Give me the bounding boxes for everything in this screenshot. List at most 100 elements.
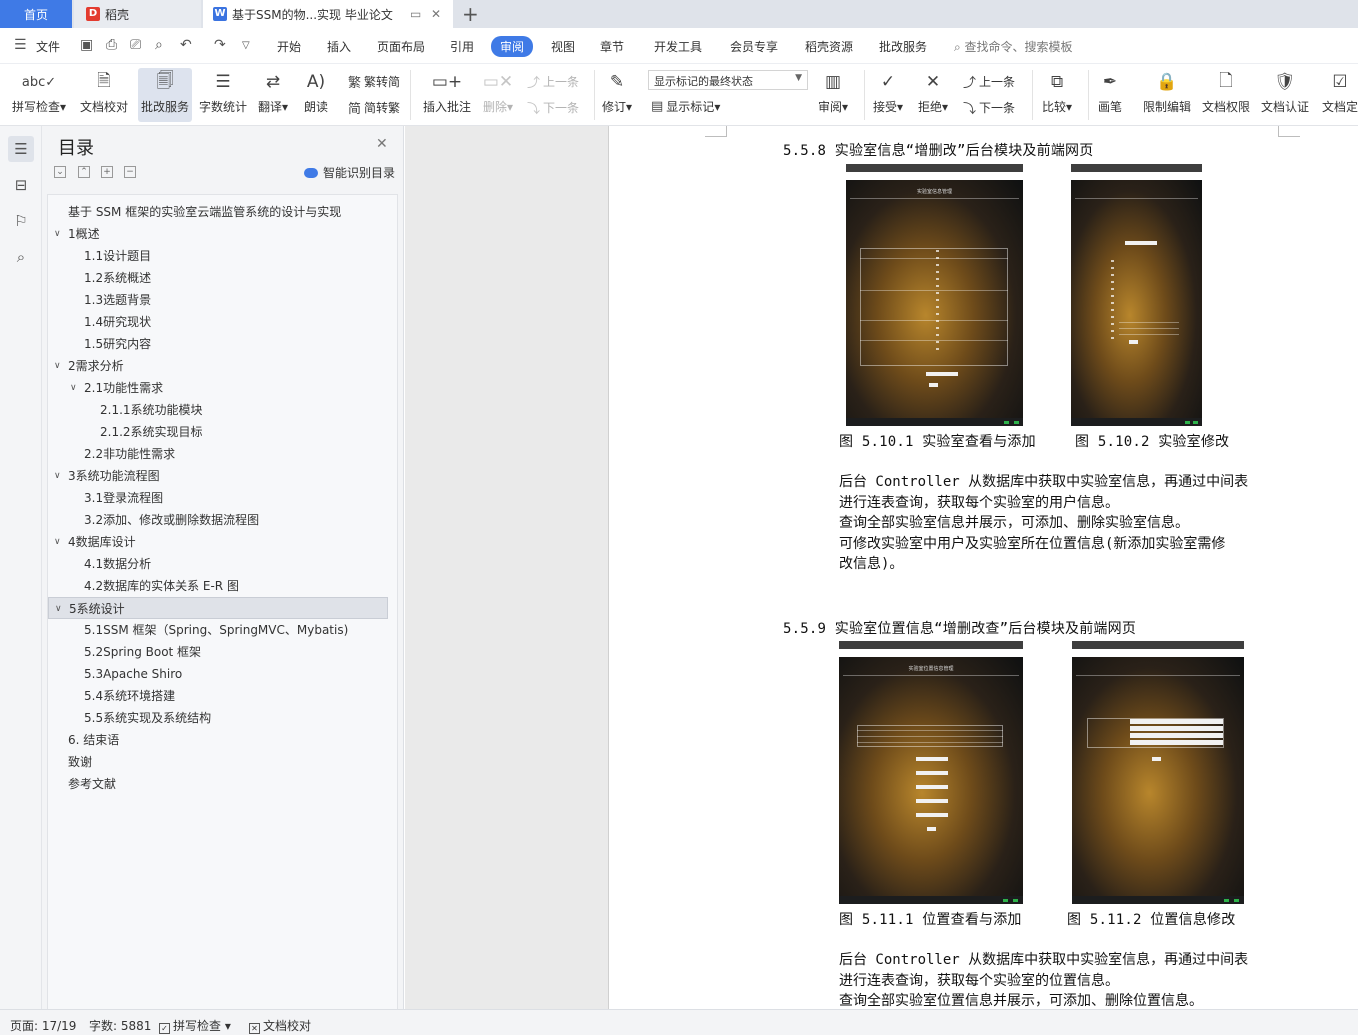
toc-item[interactable]: ∨ 4数据库设计 [48,531,388,553]
toc-item[interactable]: ∨ 5系统设计 [48,597,388,619]
hamburger-icon[interactable]: ☰ [14,37,27,53]
toc-item[interactable]: 1.1设计题目 [48,245,388,267]
add-level-icon[interactable]: + [101,166,113,178]
prev-change-button[interactable]: ⤴ 上一条 [963,72,1015,91]
track-changes-button[interactable]: ✎ 修订▾ [602,68,632,115]
toc-item[interactable]: 2.2非功能性需求 [48,443,388,465]
quick-access-dropdown-icon[interactable]: ▽ [242,40,250,51]
print-icon[interactable]: ⎚ [130,37,141,53]
menu-view[interactable]: 视图 [551,38,575,55]
toc-item[interactable]: 5.1SSM 框架（Spring、SpringMVC、Mybatis) [48,619,388,641]
toc-item[interactable]: ∨ 3系统功能流程图 [48,465,388,487]
undo-icon[interactable]: ↶ [180,37,192,53]
toc-item[interactable]: ∨ 2.1功能性需求 [48,377,388,399]
toc-item[interactable]: 3.2添加、修改或删除数据流程图 [48,509,388,531]
toc-item[interactable]: 2.1.2系统实现目标 [48,421,388,443]
menu-reference[interactable]: 引用 [450,38,474,55]
review-pane-button[interactable]: ▥ 审阅▾ [818,68,848,115]
spell-check-button[interactable]: abc✓ 拼写检查▾ [12,68,66,115]
compare-button[interactable]: ⧉ 比较▾ [1042,68,1072,115]
toc-item[interactable]: 6. 结束语 [48,729,388,751]
bookmark-icon[interactable]: ⚐ [8,208,34,234]
trad-to-simp-button[interactable]: 繁繁转简 [348,72,400,91]
doc-proofread-button[interactable]: 🗎 文档校对 [80,68,128,115]
toc-item[interactable]: 1.5研究内容 [48,333,388,355]
close-icon[interactable]: ✕ [376,136,388,152]
tab-home[interactable]: 首页 [0,0,72,28]
toc-item[interactable]: 5.4系统环境搭建 [48,685,388,707]
status-spell-check[interactable]: ✓ 拼写检查 ▾ [159,1017,231,1034]
menu-devtools[interactable]: 开发工具 [654,38,702,55]
delete-comment-button[interactable]: ▭✕ 删除▾ [483,68,513,115]
toc-item[interactable]: 1.3选题背景 [48,289,388,311]
chevron-down-icon[interactable]: ∨ [54,223,61,245]
prev-comment-button[interactable]: ⤴ 上一条 [527,72,579,91]
document-page[interactable]: 5.5.8 实验室信息“增删改”后台模块及前端网页 实验室信息管理 图 5.10… [609,126,1358,1009]
toc-item[interactable]: 2.1.1系统功能模块 [48,399,388,421]
toc-item[interactable]: 5.5系统实现及系统结构 [48,707,388,729]
chevron-down-icon[interactable]: ∨ [70,377,77,399]
navigation-icon[interactable]: ⊟ [8,172,34,198]
next-change-button[interactable]: ⤵ 下一条 [963,98,1015,117]
chevron-down-icon[interactable]: ∨ [54,531,61,553]
menu-correction-service[interactable]: 批改服务 [879,38,927,55]
toc-item[interactable]: 1.2系统概述 [48,267,388,289]
menu-start[interactable]: 开始 [277,38,301,55]
toc-item[interactable]: ∨ 1概述 [48,223,388,245]
save-icon[interactable]: ▣ [80,37,93,53]
remove-level-icon[interactable]: − [124,166,136,178]
menu-section[interactable]: 章节 [600,38,624,55]
toc-item[interactable]: 1.4研究现状 [48,311,388,333]
expand-up-icon[interactable]: ⌃ [78,166,90,178]
command-search[interactable]: ⌕ 查找命令、搜索模板 [954,38,1073,55]
status-proofread[interactable]: ✕ 文档校对 [249,1017,311,1034]
preview-icon[interactable]: ⌕ [155,37,163,53]
collapse-all-icon[interactable]: ⌄ [54,166,66,178]
toc-item[interactable]: 4.2数据库的实体关系 E-R 图 [48,575,388,597]
doc-finalize-button[interactable]: ☑ 文档定 [1322,68,1358,115]
redo-icon[interactable]: ↷ [214,37,226,53]
toc-item[interactable]: 5.2Spring Boot 框架 [48,641,388,663]
menu-membership[interactable]: 会员专享 [730,38,778,55]
toc-item[interactable]: 5.3Apache Shiro [48,663,388,685]
reject-button[interactable]: ✕ 拒绝▾ [918,68,948,115]
word-count-indicator[interactable]: 字数: 5881 [89,1017,151,1034]
doc-certify-button[interactable]: 🛡 文档认证 [1261,68,1309,115]
chevron-down-icon[interactable]: ∨ [54,465,61,487]
export-pdf-icon[interactable]: ⎙ [106,37,117,53]
menu-file[interactable]: 文件 [36,38,60,55]
accept-button[interactable]: ✓ 接受▾ [873,68,903,115]
pin-icon[interactable]: ▭ [410,7,421,21]
insert-comment-button[interactable]: ▭+ 插入批注 [423,68,471,115]
menu-daoke-resources[interactable]: 稻壳资源 [805,38,853,55]
chevron-down-icon[interactable]: ∨ [54,355,61,377]
menu-layout[interactable]: 页面布局 [377,38,425,55]
toc-item[interactable]: 致谢 [48,751,388,773]
toc-panel-icon[interactable]: ☰ [8,136,34,162]
correction-service-button[interactable]: 🗐 批改服务 [138,68,192,122]
menu-insert[interactable]: 插入 [327,38,351,55]
show-markup-button[interactable]: ▤ 显示标记 ▾ [651,98,720,115]
page-indicator[interactable]: 页面: 17/19 [10,1017,76,1034]
restrict-editing-button[interactable]: 🔒 限制编辑 [1143,68,1191,115]
new-tab-icon[interactable]: + [462,2,479,26]
toc-item[interactable]: 4.1数据分析 [48,553,388,575]
next-comment-button[interactable]: ⤵ 下一条 [527,98,579,117]
tab-daoke[interactable]: D 稻壳 [74,0,201,28]
toc-item[interactable]: 3.1登录流程图 [48,487,388,509]
toc-item[interactable]: ∨ 2需求分析 [48,355,388,377]
menu-review[interactable]: 审阅 [491,36,534,57]
markup-state-select[interactable]: 显示标记的最终状态 ▼ [648,70,808,90]
chevron-down-icon[interactable]: ∨ [55,598,62,620]
read-aloud-button[interactable]: A) 朗读 [303,68,329,115]
close-tab-icon[interactable]: ✕ [431,7,441,21]
pen-button[interactable]: ✒ 画笔 [1097,68,1123,115]
smart-toc-button[interactable]: 智能识别目录 [304,164,395,181]
toc-item[interactable]: 参考文献 [48,773,388,795]
word-count-button[interactable]: ☰ 字数统计 [199,68,247,115]
translate-button[interactable]: ⇄ 翻译▾ [258,68,288,115]
toc-item[interactable]: 基于 SSM 框架的实验室云端监管系统的设计与实现 [48,201,388,223]
search-icon[interactable]: ⌕ [8,244,34,270]
doc-permission-button[interactable]: 🗋 文档权限 [1202,68,1250,115]
simp-to-trad-button[interactable]: 简简转繁 [348,98,400,117]
